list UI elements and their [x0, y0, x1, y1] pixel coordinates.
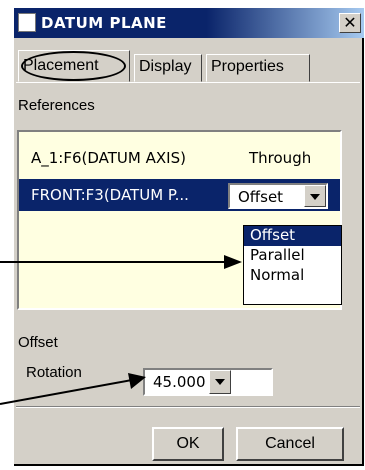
- annotation-arrows: [0, 255, 242, 405]
- annotation-arrowhead: [128, 373, 146, 389]
- annotation-arrowhead: [224, 255, 242, 269]
- annotation-arrow-rotation: [0, 379, 133, 405]
